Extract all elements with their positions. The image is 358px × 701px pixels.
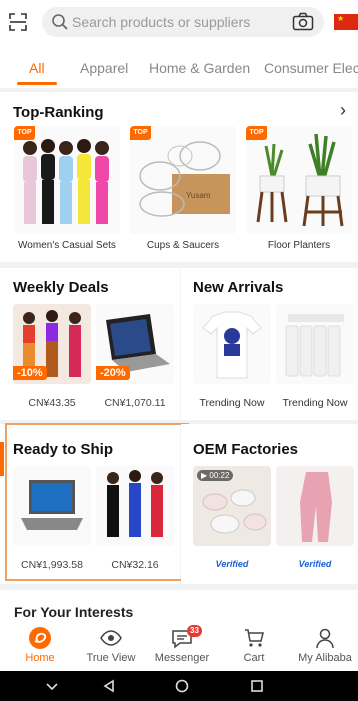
svg-text:Yusam: Yusam bbox=[186, 191, 211, 200]
tshirt-image bbox=[193, 304, 271, 384]
nav-messenger-label: Messenger bbox=[154, 652, 210, 664]
chevron-right-icon[interactable]: › bbox=[340, 100, 346, 121]
verified-badge: Verified bbox=[215, 559, 249, 569]
weekly-deals-card[interactable]: Weekly Deals -10% CN¥43.35 -20% CN¥1,070… bbox=[0, 268, 180, 420]
nav-true-view-label: True View bbox=[86, 652, 136, 664]
home-circle-icon[interactable] bbox=[175, 679, 189, 693]
video-duration: ▶ 00:22 bbox=[197, 470, 234, 481]
search-bar[interactable]: Search products or suppliers bbox=[42, 7, 324, 37]
planters-image bbox=[246, 126, 352, 234]
camera-icon[interactable] bbox=[292, 12, 314, 32]
womens-sets-image bbox=[14, 126, 120, 234]
weekly-deals-title: Weekly Deals bbox=[13, 279, 109, 296]
arrival-caption: Trending Now bbox=[282, 397, 348, 409]
tab-indicator bbox=[17, 82, 57, 85]
tab-apparel[interactable]: Apparel bbox=[80, 60, 128, 76]
nav-messenger[interactable]: 33 Messenger bbox=[147, 621, 217, 671]
nav-home[interactable]: Home bbox=[5, 621, 75, 671]
message-count-badge: 33 bbox=[187, 625, 202, 637]
deal-price: CN¥43.35 bbox=[28, 397, 76, 409]
cart-icon bbox=[245, 629, 264, 647]
nav-my-alibaba-label: My Alibaba bbox=[298, 652, 352, 664]
arrival-caption: Trending Now bbox=[199, 397, 265, 409]
eye-icon bbox=[100, 630, 122, 646]
nav-home-label: Home bbox=[25, 652, 55, 664]
new-arrivals-title: New Arrivals bbox=[193, 279, 284, 296]
discount-badge: -20% bbox=[96, 366, 130, 380]
nav-true-view[interactable]: True View bbox=[76, 621, 146, 671]
discount-badge: -10% bbox=[13, 366, 47, 380]
leggings-image bbox=[276, 466, 354, 546]
top-badge: TOP bbox=[130, 126, 151, 140]
product-tile-planters[interactable]: TOP bbox=[246, 126, 352, 234]
product-caption: Women's Casual Sets bbox=[18, 240, 116, 251]
system-nav-bar bbox=[0, 671, 358, 701]
arrival-tile-tumblers[interactable] bbox=[276, 304, 354, 384]
alibaba-home-icon bbox=[29, 627, 51, 649]
category-tabs: All Apparel Home & Garden Consumer Elect… bbox=[0, 44, 358, 88]
nav-cart[interactable]: Cart bbox=[219, 621, 289, 671]
search-placeholder[interactable]: Search products or suppliers bbox=[72, 14, 250, 30]
deal-price: CN¥1,070.11 bbox=[104, 397, 166, 409]
verified-badge: Verified bbox=[298, 559, 332, 569]
interests-title: For Your Interests bbox=[14, 604, 134, 620]
top-badge: TOP bbox=[246, 126, 267, 140]
arrival-tile-tshirt[interactable] bbox=[193, 304, 271, 384]
top-bar: Search products or suppliers ★ bbox=[0, 0, 358, 44]
back-icon[interactable] bbox=[102, 679, 116, 693]
oem-tile-leggings[interactable] bbox=[276, 466, 354, 546]
oem-tile-cups[interactable]: ▶ 00:22 bbox=[193, 466, 271, 546]
recent-apps-icon[interactable] bbox=[250, 679, 264, 693]
nav-cart-label: Cart bbox=[243, 652, 265, 664]
deal-tile-outfits[interactable]: -10% bbox=[13, 304, 91, 384]
product-tile-cups[interactable]: Yusam TOP bbox=[130, 126, 236, 234]
nav-my-alibaba[interactable]: My Alibaba bbox=[290, 621, 358, 671]
tumblers-image bbox=[276, 304, 354, 384]
scan-icon[interactable] bbox=[8, 12, 28, 32]
tab-consumer-electronics[interactable]: Consumer Electronics bbox=[264, 60, 358, 76]
product-tile-womens-sets[interactable]: TOP bbox=[14, 126, 120, 234]
oem-factories-title: OEM Factories bbox=[193, 441, 299, 458]
deal-tile-laptop[interactable]: -20% bbox=[96, 304, 174, 384]
chevron-down-icon[interactable] bbox=[45, 679, 59, 693]
video-time: 00:22 bbox=[209, 471, 230, 480]
cups-image: Yusam bbox=[130, 126, 236, 234]
china-flag-icon[interactable]: ★ bbox=[334, 14, 358, 30]
top-ranking-title: Top-Ranking bbox=[13, 104, 104, 121]
new-arrivals-card[interactable]: New Arrivals Trending Now Trending Now bbox=[181, 268, 358, 420]
person-icon bbox=[316, 628, 334, 649]
side-indicator bbox=[0, 442, 4, 476]
bottom-nav: Home True View 33 Messenger Cart My Alib… bbox=[0, 621, 358, 671]
highlight-outline bbox=[5, 423, 189, 581]
search-icon bbox=[52, 14, 68, 30]
top-badge: TOP bbox=[14, 126, 35, 140]
top-ranking-card[interactable]: Top-Ranking › TOP Women's Casual Sets Yu… bbox=[0, 92, 358, 262]
tab-home-garden[interactable]: Home & Garden bbox=[149, 60, 250, 76]
product-caption: Floor Planters bbox=[267, 240, 331, 251]
product-caption: Cups & Saucers bbox=[146, 240, 220, 251]
oem-factories-card[interactable]: OEM Factories ▶ 00:22 Verified Verified bbox=[181, 424, 358, 584]
tab-all[interactable]: All bbox=[29, 60, 45, 76]
